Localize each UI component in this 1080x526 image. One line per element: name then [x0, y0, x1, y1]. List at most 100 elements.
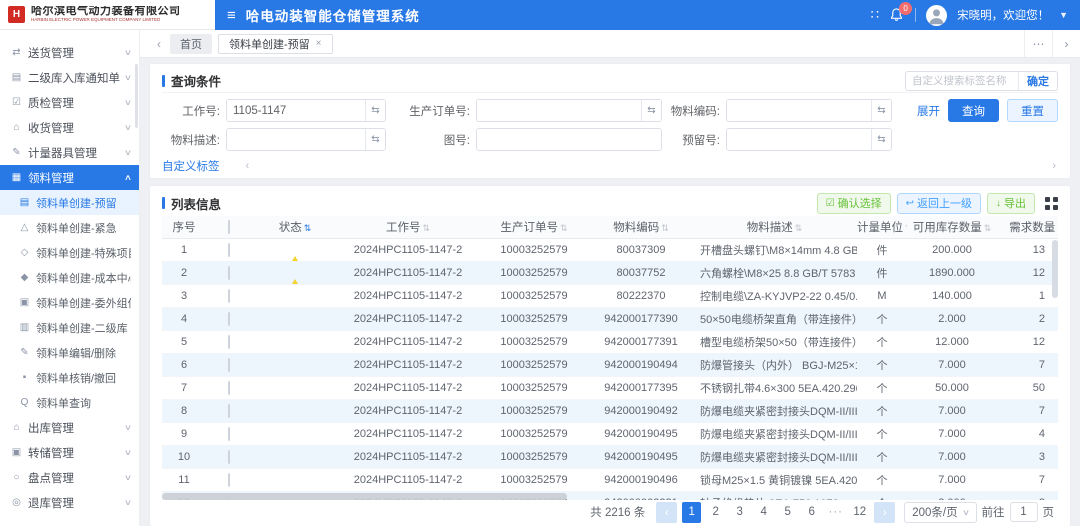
row-checkbox[interactable] — [228, 450, 230, 464]
column-header-stock[interactable]: 可用库存数量⇅ — [907, 216, 997, 238]
table-horizontal-scrollbar[interactable] — [162, 493, 567, 500]
row-checkbox[interactable] — [228, 427, 230, 441]
user-avatar[interactable] — [926, 5, 947, 26]
column-header-demand[interactable]: 需求数量⇅ — [997, 216, 1058, 238]
table-row[interactable]: 92024HPC1105-1147-2100032525799420001904… — [162, 422, 1058, 445]
expand-link[interactable]: 展开 — [917, 103, 940, 119]
confirm-select-button[interactable]: ☑确认选择 — [817, 193, 891, 214]
sort-icon[interactable]: ⇅ — [984, 223, 992, 233]
row-checkbox[interactable] — [228, 243, 230, 257]
table-row[interactable]: 82024HPC1105-1147-2100032525799420001904… — [162, 399, 1058, 422]
tags-scroll-right-icon[interactable]: › — [1052, 160, 1056, 172]
table-row[interactable]: 62024HPC1105-1147-2100032525799420001904… — [162, 353, 1058, 376]
job-input[interactable] — [227, 100, 365, 121]
sidebar-item-二级库入库通知单[interactable]: ▤二级库入库通知单∨ — [0, 65, 139, 90]
sidebar-item-领料单创建-预留[interactable]: ▤领料单创建-预留 — [0, 190, 139, 215]
tag-confirm-button[interactable]: 确定 — [1018, 72, 1057, 90]
sidebar-item-送货管理[interactable]: ⇄送货管理∨ — [0, 40, 139, 65]
table-vertical-scrollbar[interactable] — [1052, 240, 1058, 298]
sidebar-item-领料单查询[interactable]: Q领料单查询 — [0, 390, 139, 415]
sort-icon[interactable]: ⇅ — [422, 223, 430, 233]
sort-icon[interactable]: ⇅ — [560, 223, 568, 233]
sidebar-item-领料单创建-委外组件[interactable]: ▣领料单创建-委外组件 — [0, 290, 139, 315]
row-checkbox[interactable] — [228, 381, 230, 395]
column-header-status[interactable]: 状态⇅ — [252, 216, 338, 238]
page-number-1[interactable]: 1 — [682, 502, 701, 523]
table-row[interactable]: 32024HPC1105-1147-21000325257980222370控制… — [162, 284, 1058, 307]
tags-scroll-left-icon[interactable]: ‹ — [246, 160, 250, 172]
prev-page-icon[interactable]: ‹ — [656, 502, 677, 523]
column-header-unit[interactable]: 计量单位⇅ — [857, 216, 907, 238]
sidebar-item-出库管理[interactable]: ⌂出库管理∨ — [0, 415, 139, 440]
row-checkbox[interactable] — [228, 404, 230, 418]
user-menu-caret-icon[interactable]: ▼ — [1059, 10, 1068, 20]
sidebar-item-领料单创建-紧急[interactable]: △领料单创建-紧急 — [0, 215, 139, 240]
row-checkbox[interactable] — [228, 335, 230, 349]
custom-tag-name-input[interactable] — [906, 75, 1018, 87]
sidebar-item-质检管理[interactable]: ☑质检管理∨ — [0, 90, 139, 115]
table-row[interactable]: 112024HPC1105-1147-210003252579942000190… — [162, 468, 1058, 491]
search-button[interactable]: 查询 — [948, 99, 999, 122]
column-settings-icon[interactable] — [1045, 197, 1058, 210]
select-all-checkbox[interactable] — [228, 220, 230, 234]
drawing-input[interactable] — [477, 129, 661, 150]
sort-icon[interactable]: ⇅ — [304, 223, 312, 233]
row-checkbox[interactable] — [228, 289, 230, 303]
sidebar-item-领料单编辑/删除[interactable]: ✎领料单编辑/删除 — [0, 340, 139, 365]
page-number-12[interactable]: 12 — [850, 502, 869, 523]
multi-value-icon[interactable]: ⇆ — [365, 129, 385, 150]
row-checkbox[interactable] — [228, 358, 230, 372]
sort-icon[interactable]: ⇅ — [795, 223, 803, 233]
multi-value-icon[interactable]: ⇆ — [641, 100, 661, 121]
column-header-job[interactable]: 工作号⇅ — [338, 216, 478, 238]
collapse-menu-icon[interactable]: ≡ — [227, 8, 236, 23]
page-size-select[interactable]: 200条/页 ∨ — [904, 502, 976, 523]
multi-value-icon[interactable]: ⇆ — [871, 129, 891, 150]
sidebar-scrollbar[interactable] — [135, 64, 138, 128]
notification-bell-icon[interactable]: 0 — [889, 7, 905, 23]
tab-more-icon[interactable]: ⋯ — [1024, 30, 1052, 57]
sidebar-item-盘点管理[interactable]: ○盘点管理∨ — [0, 465, 139, 490]
table-row[interactable]: 42024HPC1105-1147-2100032525799420001773… — [162, 307, 1058, 330]
tab-home[interactable]: 首页 — [170, 34, 212, 54]
sort-icon[interactable]: ⇅ — [661, 223, 669, 233]
sort-icon[interactable]: ⇅ — [1057, 223, 1058, 233]
multi-value-icon[interactable]: ⇆ — [365, 100, 385, 121]
sidebar-item-领料单创建-成本中心[interactable]: ◆领料单创建-成本中心 — [0, 265, 139, 290]
export-button[interactable]: ↓导出 — [987, 193, 1035, 214]
fullscreen-icon[interactable]: ∷ — [871, 7, 879, 23]
tab-scroll-right-icon[interactable]: › — [1052, 30, 1080, 57]
row-checkbox[interactable] — [228, 266, 230, 280]
table-row[interactable]: 102024HPC1105-1147-210003252579942000190… — [162, 445, 1058, 468]
row-checkbox[interactable] — [228, 473, 230, 487]
page-number-2[interactable]: 2 — [706, 502, 725, 523]
desc-input[interactable] — [227, 129, 365, 150]
table-row[interactable]: 22024HPC1105-1147-21000325257980037752六角… — [162, 261, 1058, 284]
table-row[interactable]: 12024HPC1105-1147-21000325257980037309开槽… — [162, 238, 1058, 261]
sidebar-item-领料单核销/撤回[interactable]: ▪领料单核销/撤回 — [0, 365, 139, 390]
sort-icon[interactable]: ⇅ — [905, 223, 907, 233]
goto-page-input[interactable] — [1010, 502, 1038, 522]
tab-material-create-reserve[interactable]: 领料单创建-预留 × — [218, 34, 333, 54]
sidebar-item-转储管理[interactable]: ▣转储管理∨ — [0, 440, 139, 465]
back-up-level-button[interactable]: ↩返回上一级 — [897, 193, 981, 214]
tab-scroll-left-icon[interactable]: ‹ — [148, 37, 170, 51]
table-row[interactable]: 52024HPC1105-1147-2100032525799420001773… — [162, 330, 1058, 353]
custom-tags-link[interactable]: 自定义标签 — [162, 158, 220, 174]
page-number-4[interactable]: 4 — [754, 502, 773, 523]
sidebar-item-领料管理[interactable]: ▦领料管理∧ — [0, 165, 139, 190]
code-input[interactable] — [727, 100, 871, 121]
page-number-5[interactable]: 5 — [778, 502, 797, 523]
reserve-input[interactable] — [727, 129, 871, 150]
sidebar-item-领料单创建-特殊项目[interactable]: ◇领料单创建-特殊项目 — [0, 240, 139, 265]
column-header-desc[interactable]: 物料描述⇅ — [692, 216, 857, 238]
reset-button[interactable]: 重置 — [1007, 99, 1058, 122]
sidebar-item-退库管理[interactable]: ◎退库管理∨ — [0, 490, 139, 515]
row-checkbox[interactable] — [228, 312, 230, 326]
sidebar-item-计量器具管理[interactable]: ✎计量器具管理∨ — [0, 140, 139, 165]
column-header-code[interactable]: 物料编码⇅ — [590, 216, 692, 238]
table-row[interactable]: 72024HPC1105-1147-2100032525799420001773… — [162, 376, 1058, 399]
sidebar-item-领料单创建-二级库[interactable]: ▥领料单创建-二级库 — [0, 315, 139, 340]
column-header-order[interactable]: 生产订单号⇅ — [478, 216, 590, 238]
multi-value-icon[interactable]: ⇆ — [871, 100, 891, 121]
